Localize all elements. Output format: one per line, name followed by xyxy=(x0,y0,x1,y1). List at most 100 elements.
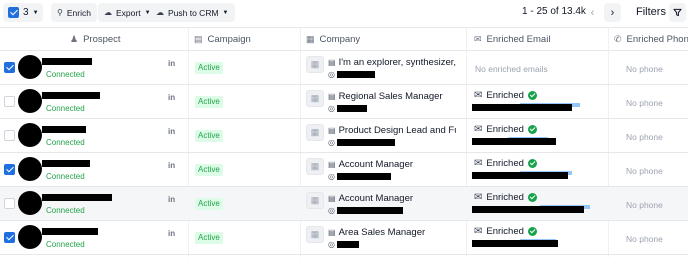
row-checkbox[interactable] xyxy=(4,164,15,175)
linkedin-icon[interactable]: in xyxy=(168,93,175,102)
company-name[interactable]: ◎ xyxy=(328,70,375,79)
chevron-left-icon: ‹ xyxy=(590,6,595,19)
briefcase-icon: ▤ xyxy=(328,58,336,67)
briefcase-icon: ▤ xyxy=(328,92,336,101)
email-redacted[interactable] xyxy=(472,172,568,179)
campaign-status-badge: Active xyxy=(195,62,223,74)
enrich-button[interactable]: ⚲ Enrich xyxy=(51,3,97,22)
email-status: Enriched xyxy=(486,226,524,237)
company-logo: ▦ xyxy=(306,90,324,107)
email-enriched: ✉ Enriched xyxy=(474,124,537,135)
job-title-text: I'm an explorer, synthesizer, &... xyxy=(338,57,456,68)
company-name-redacted xyxy=(336,207,403,214)
email-status: No enriched emails xyxy=(475,64,548,74)
campaign-status-badge: Active xyxy=(195,130,223,142)
table-row[interactable]: Connected in Active ▦ ▤ Account Manager … xyxy=(0,187,688,221)
phone-status: No phone xyxy=(626,234,663,244)
job-title: ▤ Regional Sales Manager xyxy=(328,91,443,102)
selected-count: 3 xyxy=(23,7,29,18)
globe-icon: ◎ xyxy=(328,206,335,215)
column-prospect-label: Prospect xyxy=(83,34,121,45)
mail-icon: ✉ xyxy=(474,192,483,203)
linkedin-icon[interactable]: in xyxy=(168,161,175,170)
column-email[interactable]: ✉ Enriched Email xyxy=(474,34,550,45)
company-name[interactable]: ◎ xyxy=(328,104,367,113)
company-name-redacted xyxy=(336,105,367,112)
select-all-checkbox[interactable] xyxy=(8,7,19,18)
building-icon: ▦ xyxy=(310,195,320,205)
export-button[interactable]: ☁ Export ▼ xyxy=(98,3,157,22)
email-enriched: ✉ Enriched xyxy=(474,90,537,101)
job-title: ▤ I'm an explorer, synthesizer, &... xyxy=(328,57,456,68)
email-enriched: ✉ Enriched xyxy=(474,226,537,237)
mail-icon: ✉ xyxy=(474,90,483,101)
prospect-name-redacted xyxy=(42,160,90,167)
check-circle-icon xyxy=(527,227,537,236)
job-title: ▤ Area Sales Manager xyxy=(328,227,425,238)
push-to-crm-button[interactable]: ☁ Push to CRM ▼ xyxy=(150,3,235,22)
globe-icon: ◎ xyxy=(328,240,335,249)
email-enriched: ✉ Enriched xyxy=(474,192,537,203)
linkedin-icon[interactable]: in xyxy=(168,195,175,204)
avatar xyxy=(18,191,42,215)
job-title-text: Product Design Lead and Full ... xyxy=(338,125,456,136)
building-icon: ▦ xyxy=(310,93,320,103)
check-circle-icon xyxy=(527,193,537,202)
email-redacted[interactable] xyxy=(472,104,572,111)
email-redacted[interactable] xyxy=(472,138,556,145)
job-title-text: Account Manager xyxy=(338,159,414,170)
row-checkbox[interactable] xyxy=(4,62,15,73)
email-redacted[interactable] xyxy=(472,206,584,213)
job-title: ▤ Product Design Lead and Full ... xyxy=(328,125,456,136)
table-header: ♟ Prospect ▤ Campaign ▦ Company ✉ Enrich… xyxy=(0,27,688,51)
prospect-name-redacted xyxy=(42,92,100,99)
row-checkbox[interactable] xyxy=(4,232,15,243)
prev-page-button[interactable]: ‹ xyxy=(584,3,601,22)
linkedin-icon[interactable]: in xyxy=(168,127,175,136)
column-email-label: Enriched Email xyxy=(486,34,551,45)
campaign-status-badge: Active xyxy=(195,96,223,108)
company-logo: ▦ xyxy=(306,192,324,209)
row-checkbox[interactable] xyxy=(4,130,15,141)
email-enriched: ✉ Enriched xyxy=(474,158,537,169)
push-label: Push to CRM xyxy=(168,7,219,18)
building-icon: ▦ xyxy=(310,229,320,239)
filter-button[interactable] xyxy=(669,3,686,22)
column-campaign[interactable]: ▤ Campaign xyxy=(194,34,251,45)
column-phone-label: Enriched Phone xyxy=(626,34,688,45)
globe-icon: ◎ xyxy=(328,138,335,147)
company-name[interactable]: ◎ xyxy=(328,172,391,181)
column-company[interactable]: ▦ Company xyxy=(306,34,360,45)
linkedin-icon[interactable]: in xyxy=(168,59,175,68)
check-circle-icon xyxy=(527,125,537,134)
row-checkbox[interactable] xyxy=(4,198,15,209)
company-name[interactable]: ◎ xyxy=(328,206,403,215)
company-name[interactable]: ◎ xyxy=(328,138,395,147)
email-status: Enriched xyxy=(486,90,524,101)
table-row[interactable]: Connected in Active ▦ ▤ Product Design L… xyxy=(0,119,688,153)
table-row[interactable]: Connected in Active ▦ ▤ Account Manager … xyxy=(0,153,688,187)
caret-down-icon: ▼ xyxy=(32,9,39,16)
company-logo: ▦ xyxy=(306,158,324,175)
column-phone[interactable]: ✆ Enriched Phone xyxy=(614,34,688,45)
toolbar: 3 ▼ ⚲ Enrich ☁ Export ▼ ☁ Push to CRM ▼ … xyxy=(0,0,688,27)
job-title-text: Regional Sales Manager xyxy=(338,91,443,102)
select-all-dropdown[interactable]: 3 ▼ xyxy=(3,3,43,22)
email-status: Enriched xyxy=(486,158,524,169)
prospect-name-redacted xyxy=(42,228,98,235)
phone-status: No phone xyxy=(626,200,663,210)
mail-icon: ✉ xyxy=(474,226,483,237)
row-checkbox[interactable] xyxy=(4,96,15,107)
company-name-redacted xyxy=(336,139,395,146)
table-row[interactable]: Connected in Active ▦ ▤ Regional Sales M… xyxy=(0,85,688,119)
company-name[interactable]: ◎ xyxy=(328,240,359,249)
linkedin-icon[interactable]: in xyxy=(168,229,175,238)
company-logo: ▦ xyxy=(306,124,324,141)
table-row[interactable]: Connected in Active ▦ ▤ I'm an explorer,… xyxy=(0,51,688,85)
email-redacted[interactable] xyxy=(472,240,558,247)
campaign-icon: ▤ xyxy=(194,34,203,44)
next-page-button[interactable]: › xyxy=(604,3,621,22)
column-prospect[interactable]: ♟ Prospect xyxy=(70,34,121,45)
connection-status: Connected xyxy=(46,104,85,113)
table-row[interactable]: Connected in Active ▦ ▤ Area Sales Manag… xyxy=(0,221,688,255)
